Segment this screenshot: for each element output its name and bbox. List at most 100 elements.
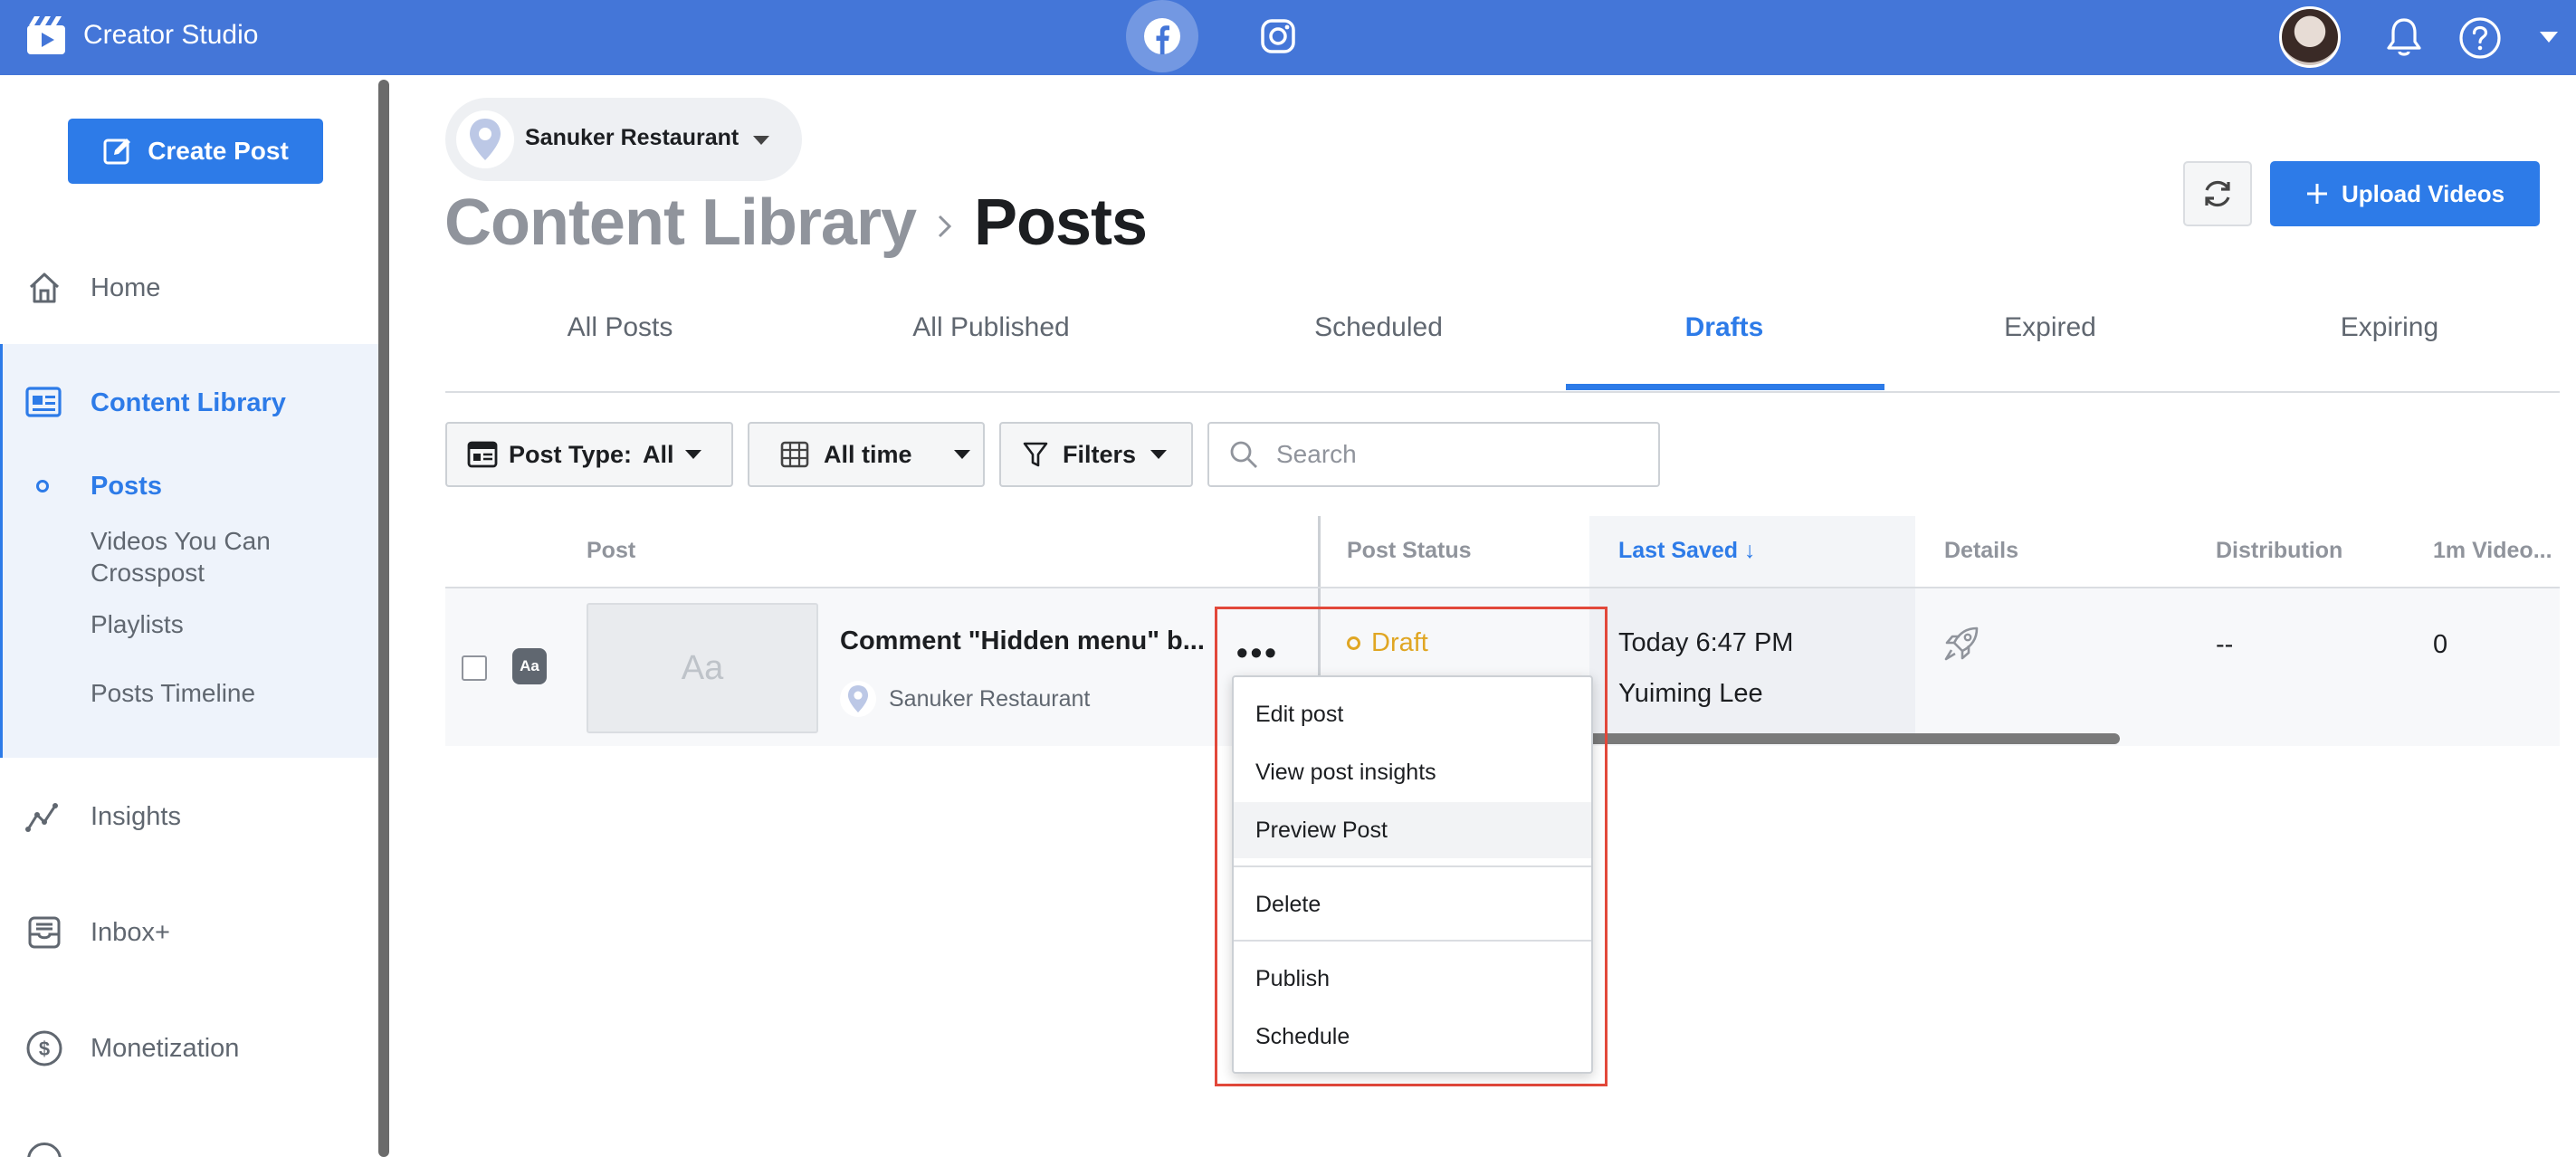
user-avatar[interactable]: [2279, 6, 2341, 68]
app-title[interactable]: Creator Studio: [83, 20, 258, 51]
menu-item-schedule[interactable]: Schedule: [1234, 1009, 1591, 1065]
inbox-icon: [24, 912, 65, 953]
video-views-value: 0: [2433, 630, 2448, 659]
breadcrumb-chevron-right-icon: [936, 210, 954, 248]
last-saved-time: Today 6:47 PM: [1618, 628, 1794, 657]
tab-all-posts[interactable]: All Posts: [525, 312, 715, 343]
sorted-cell-highlight: [1589, 588, 1915, 742]
sidebar-item-label: Insights: [91, 801, 181, 831]
post-type-label: Post Type:: [509, 440, 633, 468]
active-tab-indicator: [1566, 384, 1884, 390]
search-icon: [1230, 441, 1257, 468]
upload-videos-label: Upload Videos: [2341, 179, 2505, 207]
post-page-name: Sanuker Restaurant: [889, 685, 1091, 712]
search-input[interactable]: Search: [1207, 422, 1660, 487]
facebook-tab[interactable]: [1126, 0, 1198, 72]
column-header-post-status[interactable]: Post Status: [1347, 538, 1472, 564]
plus-icon: [2306, 184, 2327, 204]
sidebar-subitem-playlists[interactable]: Playlists: [91, 608, 184, 640]
table-horizontal-scrollbar[interactable]: [1539, 733, 2120, 744]
creator-studio-logo-icon[interactable]: [25, 14, 67, 56]
menu-item-delete[interactable]: Delete: [1234, 876, 1591, 932]
row-checkbox[interactable]: [462, 655, 487, 681]
home-icon: [24, 267, 65, 309]
chevron-down-icon: [684, 450, 701, 459]
sidebar-item-label: Monetization: [91, 1033, 240, 1063]
chevron-down-icon: [1150, 450, 1168, 459]
column-header-distribution[interactable]: Distribution: [2216, 538, 2342, 564]
post-context-menu: Edit post View post insights Preview Pos…: [1232, 675, 1593, 1074]
sidebar-item-label: Inbox+: [91, 917, 170, 947]
instagram-icon: [1261, 19, 1295, 53]
funnel-icon: [1023, 442, 1048, 467]
column-header-video-views[interactable]: 1m Video...: [2433, 538, 2552, 564]
sidebar-subitem-videos-crosspost[interactable]: Videos You Can Crosspost: [91, 525, 362, 588]
top-bar: Creator Studio: [0, 0, 2576, 75]
sidebar-item-monetization[interactable]: $ Monetization: [0, 1030, 378, 1066]
search-placeholder: Search: [1276, 440, 1357, 468]
post-title[interactable]: Comment "Hidden menu" b...: [840, 626, 1205, 656]
post-type-filter[interactable]: Post Type: All: [445, 422, 733, 487]
time-range-label: All time: [824, 440, 912, 468]
svg-text:$: $: [39, 1037, 50, 1060]
table-header-divider: [445, 587, 2560, 588]
page-name: Sanuker Restaurant: [525, 125, 739, 150]
location-pin-icon: [847, 685, 869, 712]
column-header-last-saved[interactable]: Last Saved ↓: [1618, 538, 1755, 564]
tab-drafts[interactable]: Drafts: [1629, 312, 1819, 343]
tabs-divider: [445, 391, 2560, 393]
tab-scheduled[interactable]: Scheduled: [1283, 312, 1474, 343]
filters-label: Filters: [1063, 440, 1137, 468]
page-avatar: [456, 110, 514, 168]
chevron-down-icon: [753, 136, 769, 145]
refresh-icon: [2205, 180, 2230, 207]
menu-divider: [1234, 865, 1591, 867]
location-pin-icon: [470, 119, 501, 160]
notifications-bell-icon[interactable]: [2379, 13, 2429, 63]
tab-all-published[interactable]: All Published: [887, 312, 1095, 343]
rocket-icon[interactable]: [1942, 625, 1980, 667]
last-saved-by: Yuiming Lee: [1618, 679, 1763, 708]
upload-videos-button[interactable]: Upload Videos: [2270, 161, 2540, 226]
post-type-icon: [467, 441, 498, 468]
compose-icon: [103, 139, 131, 165]
sidebar-item-inbox[interactable]: Inbox+: [0, 914, 378, 951]
sidebar-item-label: Content Library: [91, 387, 286, 417]
menu-item-view-post-insights[interactable]: View post insights: [1234, 744, 1591, 800]
page-avatar: [840, 681, 876, 717]
distribution-value: --: [2216, 630, 2234, 659]
page-title: Posts: [974, 186, 1148, 259]
sidebar-item-content-library[interactable]: Content Library: [0, 385, 378, 421]
sidebar-item-label: Home: [91, 273, 161, 302]
chevron-down-icon: [953, 450, 970, 459]
insights-icon: [24, 796, 65, 837]
help-icon[interactable]: [2455, 13, 2505, 63]
column-header-details[interactable]: Details: [1944, 538, 2018, 564]
create-post-label: Create Post: [148, 137, 289, 165]
sidebar-item-insights[interactable]: Insights: [0, 798, 378, 835]
refresh-button[interactable]: [2183, 161, 2252, 226]
sidebar-scrollbar[interactable]: [378, 80, 389, 1157]
menu-item-edit-post[interactable]: Edit post: [1234, 686, 1591, 742]
create-post-button[interactable]: Create Post: [68, 119, 323, 184]
tab-expired[interactable]: Expired: [1955, 312, 2145, 343]
instagram-tab[interactable]: [1242, 0, 1314, 72]
menu-item-publish[interactable]: Publish: [1234, 951, 1591, 1007]
tab-expiring[interactable]: Expiring: [2295, 312, 2485, 343]
sidebar-subitem-posts-timeline[interactable]: Posts Timeline: [91, 677, 255, 709]
post-thumbnail[interactable]: Aa: [587, 603, 818, 733]
dollar-icon: $: [24, 1028, 65, 1069]
filters-button[interactable]: Filters: [999, 422, 1193, 487]
calendar-table-icon: [780, 441, 809, 468]
page-selector[interactable]: Sanuker Restaurant: [445, 98, 802, 181]
breadcrumb-content-library[interactable]: Content Library: [444, 186, 917, 260]
sidebar-item-home[interactable]: Home: [0, 270, 378, 306]
active-dot-icon: [36, 480, 49, 492]
menu-divider: [1234, 940, 1591, 942]
column-header-post[interactable]: Post: [587, 538, 635, 564]
account-menu-caret-icon[interactable]: [2531, 13, 2567, 63]
menu-item-preview-post[interactable]: Preview Post: [1234, 802, 1591, 858]
content-library-icon: [24, 382, 65, 424]
time-range-filter[interactable]: All time: [748, 422, 985, 487]
post-type-value: All: [643, 440, 674, 468]
